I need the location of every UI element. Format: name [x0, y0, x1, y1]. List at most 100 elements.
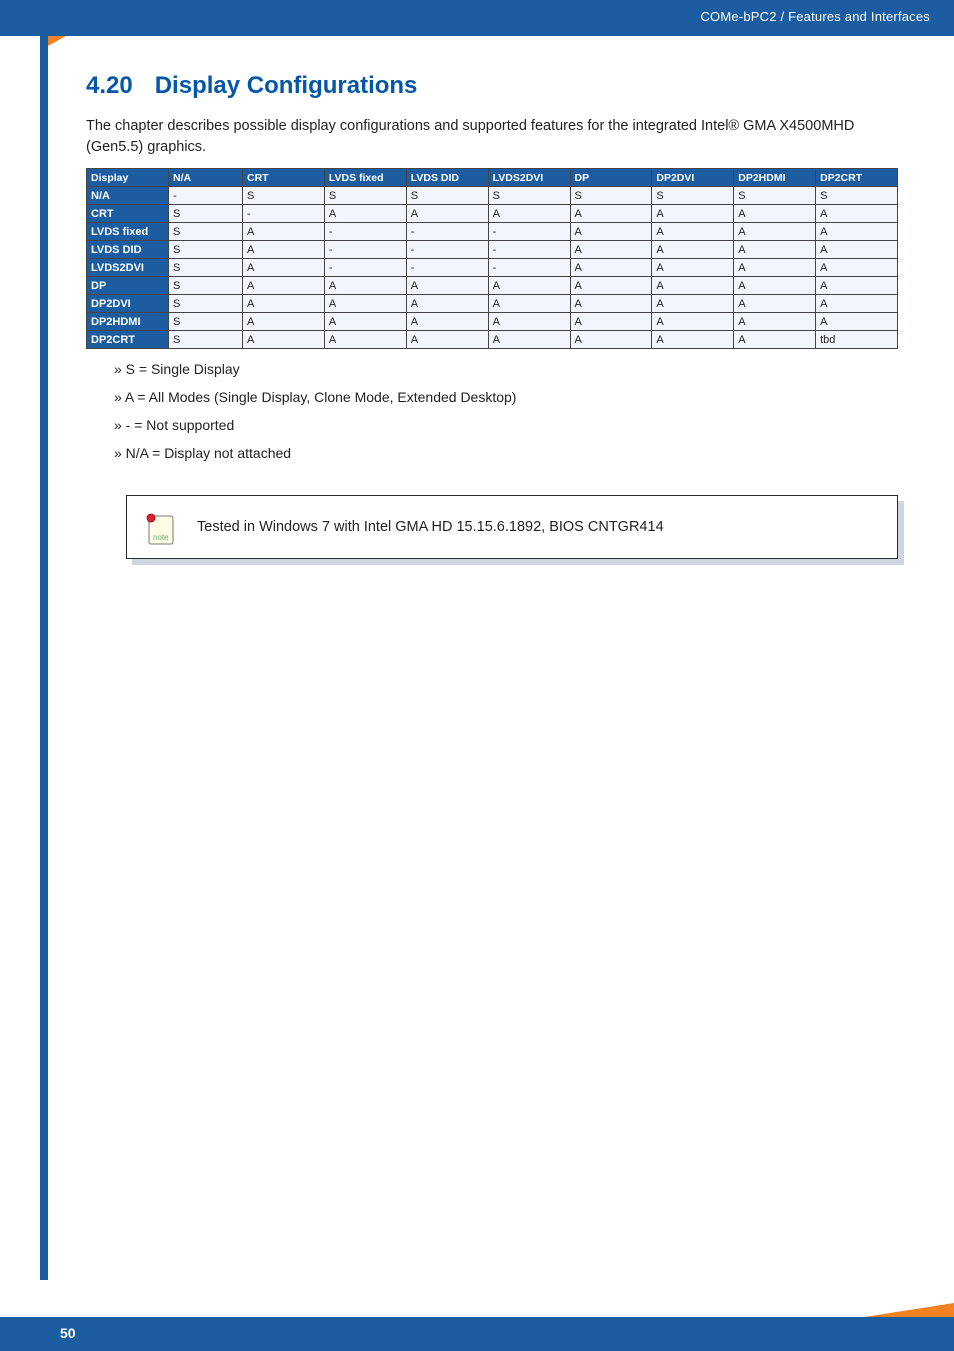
- table-row: LVDS2DVISA---AAAA: [87, 259, 898, 277]
- table-row: DP2CRTSAAAAAAAtbd: [87, 331, 898, 349]
- cell: A: [570, 331, 652, 349]
- cell: A: [243, 223, 325, 241]
- header-bar: COMe-bPC2 / Features and Interfaces: [0, 0, 954, 36]
- cell: A: [652, 295, 734, 313]
- cell: -: [406, 223, 488, 241]
- table-row: N/A-SSSSSSSS: [87, 187, 898, 205]
- cell: A: [324, 295, 406, 313]
- cell: A: [652, 241, 734, 259]
- cell: A: [406, 313, 488, 331]
- svg-text:note: note: [153, 533, 169, 542]
- cell: A: [816, 205, 898, 223]
- cell: -: [324, 241, 406, 259]
- cell: A: [406, 205, 488, 223]
- cell: A: [406, 331, 488, 349]
- legend-a: » A = All Modes (Single Display, Clone M…: [114, 389, 898, 405]
- cell: -: [406, 259, 488, 277]
- cell: A: [816, 223, 898, 241]
- legend-s: » S = Single Display: [114, 361, 898, 377]
- cell: A: [652, 331, 734, 349]
- table-row: CRTS-AAAAAAA: [87, 205, 898, 223]
- cell: A: [570, 205, 652, 223]
- table-row: DP2DVISAAAAAAAA: [87, 295, 898, 313]
- cell: A: [488, 313, 570, 331]
- footer-bar: 50: [0, 1317, 954, 1351]
- page-number: 50: [60, 1325, 76, 1341]
- content: 4.20 Display Configurations The chapter d…: [86, 36, 898, 559]
- col-dp2dvi: DP2DVI: [652, 169, 734, 187]
- cell: A: [570, 259, 652, 277]
- cell: A: [243, 331, 325, 349]
- cell: A: [734, 313, 816, 331]
- cell: -: [169, 187, 243, 205]
- row-head: CRT: [87, 205, 169, 223]
- cell: A: [570, 295, 652, 313]
- cell: A: [734, 205, 816, 223]
- cell: A: [570, 277, 652, 295]
- cell: A: [406, 295, 488, 313]
- section-number: 4.20: [86, 72, 133, 99]
- row-head: DP2DVI: [87, 295, 169, 313]
- table-header-row: Display N/A CRT LVDS fixed LVDS DID LVDS…: [87, 169, 898, 187]
- cell: A: [816, 277, 898, 295]
- cell: A: [488, 205, 570, 223]
- cell: -: [324, 259, 406, 277]
- note-icon: note: [143, 512, 179, 548]
- cell: A: [488, 277, 570, 295]
- legend-na: » N/A = Display not attached: [114, 445, 898, 461]
- note-box: note Tested in Windows 7 with Intel GMA …: [126, 495, 898, 559]
- cell: -: [406, 241, 488, 259]
- cell: A: [734, 241, 816, 259]
- cell: S: [570, 187, 652, 205]
- col-dp: DP: [570, 169, 652, 187]
- cell: S: [169, 277, 243, 295]
- cell: S: [406, 187, 488, 205]
- footer-accent: [864, 1303, 954, 1317]
- legend-dash: » - = Not supported: [114, 417, 898, 433]
- lead-paragraph: The chapter describes possible display c…: [86, 116, 898, 158]
- cell: A: [734, 223, 816, 241]
- cell: A: [652, 277, 734, 295]
- table-row: DPSAAAAAAAA: [87, 277, 898, 295]
- cell: -: [488, 223, 570, 241]
- cell: S: [169, 295, 243, 313]
- cell: S: [169, 259, 243, 277]
- row-head: LVDS2DVI: [87, 259, 169, 277]
- left-stripe: [40, 0, 48, 1280]
- table-row: LVDS DIDSA---AAAA: [87, 241, 898, 259]
- col-na: N/A: [169, 169, 243, 187]
- cell: A: [816, 241, 898, 259]
- cell: A: [816, 313, 898, 331]
- cell: A: [570, 223, 652, 241]
- cell: S: [169, 223, 243, 241]
- col-crt: CRT: [243, 169, 325, 187]
- cell: A: [652, 205, 734, 223]
- cell: A: [570, 241, 652, 259]
- cell: -: [488, 259, 570, 277]
- cell: A: [652, 223, 734, 241]
- col-lvds2dvi: LVDS2DVI: [488, 169, 570, 187]
- row-head: N/A: [87, 187, 169, 205]
- cell: A: [734, 331, 816, 349]
- note-text: Tested in Windows 7 with Intel GMA HD 15…: [197, 519, 664, 535]
- col-display: Display: [87, 169, 169, 187]
- cell: A: [324, 277, 406, 295]
- cell: A: [734, 295, 816, 313]
- cell: A: [324, 205, 406, 223]
- accent-triangle: [48, 36, 66, 46]
- section-title: Display Configurations: [155, 72, 418, 99]
- cell: A: [324, 331, 406, 349]
- cell: S: [169, 313, 243, 331]
- legend: » S = Single Display » A = All Modes (Si…: [86, 361, 898, 461]
- cell: A: [488, 331, 570, 349]
- cell: A: [488, 295, 570, 313]
- cell: A: [734, 277, 816, 295]
- cell: A: [243, 259, 325, 277]
- cell: -: [488, 241, 570, 259]
- col-lvds-fixed: LVDS fixed: [324, 169, 406, 187]
- cell: tbd: [816, 331, 898, 349]
- row-head: DP2HDMI: [87, 313, 169, 331]
- cell: A: [734, 259, 816, 277]
- cell: A: [816, 295, 898, 313]
- row-head: LVDS fixed: [87, 223, 169, 241]
